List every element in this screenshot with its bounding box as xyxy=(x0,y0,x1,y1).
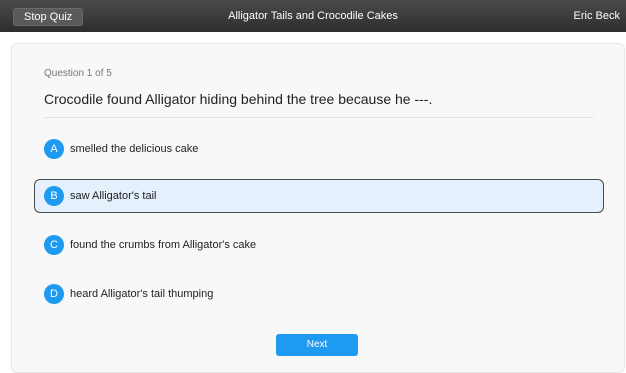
answer-option-c[interactable]: C found the crumbs from Alligator's cake xyxy=(34,228,604,262)
top-bar: Stop Quiz Alligator Tails and Crocodile … xyxy=(0,0,626,32)
divider xyxy=(44,117,594,118)
question-text: Crocodile found Alligator hiding behind … xyxy=(44,91,433,107)
letter-a-badge: A xyxy=(44,139,64,159)
letter-d-badge: D xyxy=(44,284,64,304)
question-counter: Question 1 of 5 xyxy=(44,68,112,79)
letter-c-badge: C xyxy=(44,235,64,255)
answer-option-a[interactable]: A smelled the delicious cake xyxy=(34,132,604,166)
answer-text: saw Alligator's tail xyxy=(70,190,157,202)
answer-text: found the crumbs from Alligator's cake xyxy=(70,239,257,251)
letter-b-badge: B xyxy=(44,186,64,206)
answer-text: smelled the delicious cake xyxy=(70,143,199,155)
answer-option-d[interactable]: D heard Alligator's tail thumping xyxy=(34,277,604,311)
quiz-title: Alligator Tails and Crocodile Cakes xyxy=(228,10,398,22)
answer-text: heard Alligator's tail thumping xyxy=(70,288,214,300)
user-name: Eric Beck xyxy=(573,10,620,22)
next-button[interactable]: Next xyxy=(276,334,358,356)
question-card: Question 1 of 5 Crocodile found Alligato… xyxy=(11,43,625,373)
answer-option-b[interactable]: B saw Alligator's tail xyxy=(34,179,604,213)
